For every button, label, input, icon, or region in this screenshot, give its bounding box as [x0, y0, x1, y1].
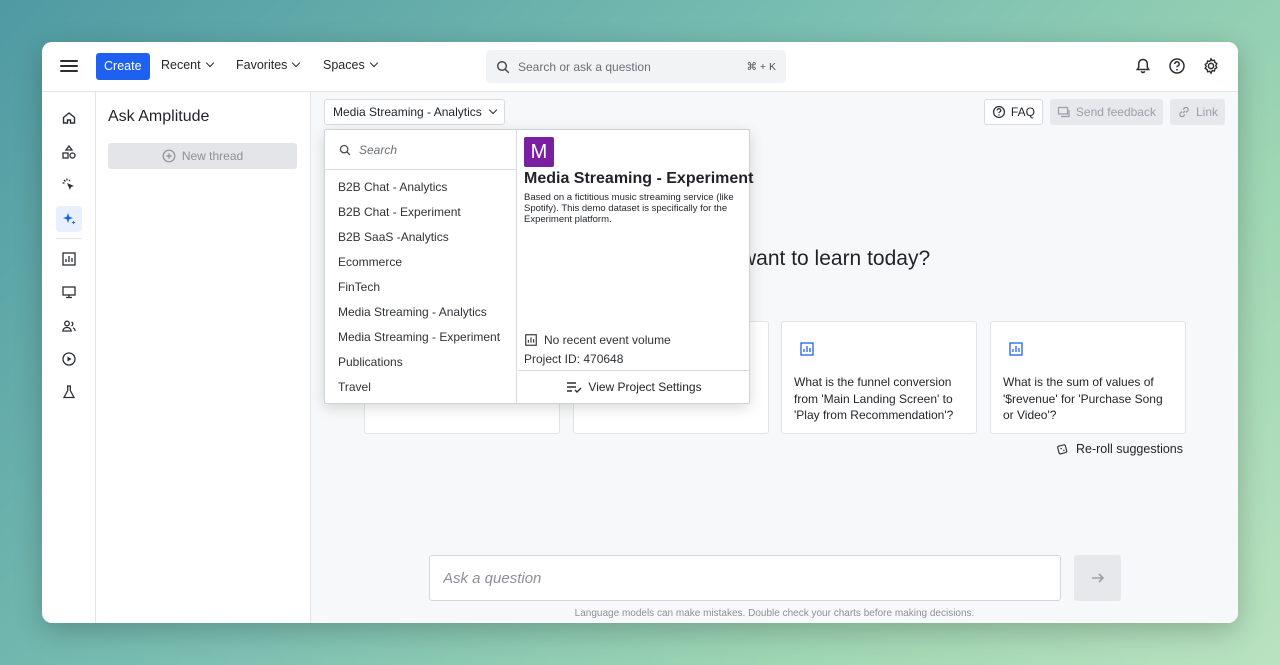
project-preview-description: Based on a fictitious music streaming se…	[524, 192, 734, 225]
top-icons	[1134, 57, 1220, 75]
recent-label: Recent	[161, 58, 201, 72]
spaces-label: Spaces	[323, 58, 365, 72]
project-item[interactable]: B2B Chat - Experiment	[325, 200, 516, 225]
rail-charts[interactable]	[56, 246, 82, 272]
search-icon	[496, 60, 510, 73]
rail-shapes[interactable]	[56, 139, 82, 165]
bell-icon[interactable]	[1134, 57, 1152, 75]
list-check-icon	[567, 382, 582, 393]
new-thread-button[interactable]: New thread	[108, 143, 297, 169]
help-icon[interactable]	[1168, 57, 1186, 75]
faq-button[interactable]: FAQ	[983, 99, 1043, 125]
link-label: Link	[1195, 105, 1218, 119]
suggestion-text: What is the funnel conversion from 'Main…	[794, 375, 954, 422]
top-actions: FAQ Send feedback Link	[983, 99, 1225, 125]
link-icon	[1179, 106, 1189, 118]
chart-icon	[800, 342, 814, 356]
view-project-settings-label: View Project Settings	[588, 380, 702, 394]
faq-label: FAQ	[1010, 105, 1035, 119]
spaces-menu[interactable]: Spaces	[323, 58, 378, 72]
project-item[interactable]: Media Streaming - Experiment	[325, 325, 516, 350]
rail-click[interactable]	[56, 172, 82, 198]
rail-home[interactable]	[56, 105, 82, 131]
plus-circle-icon	[162, 149, 176, 163]
rail-ask-ai[interactable]	[56, 206, 82, 232]
menu-icon[interactable]	[60, 57, 78, 75]
threads-panel: Ask Amplitude New thread	[96, 92, 311, 623]
project-selector[interactable]: Media Streaming - Analytics	[324, 99, 505, 125]
event-volume: No recent event volume	[524, 333, 671, 347]
flask-icon	[62, 385, 76, 399]
gear-icon[interactable]	[1202, 57, 1220, 75]
rail-dashboards[interactable]	[56, 279, 82, 305]
project-item[interactable]: Ecommerce	[325, 250, 516, 275]
project-item[interactable]: Publications	[325, 350, 516, 375]
link-button[interactable]: Link	[1169, 99, 1225, 125]
reroll-button[interactable]: Re-roll suggestions	[1056, 442, 1183, 456]
play-circle-icon	[62, 352, 76, 366]
rail-divider	[56, 238, 82, 239]
project-list: B2B Chat - Analytics B2B Chat - Experime…	[325, 170, 516, 400]
chevron-down-icon	[205, 58, 214, 68]
view-project-settings-button[interactable]: View Project Settings	[518, 370, 750, 403]
favorites-label: Favorites	[236, 58, 288, 72]
project-item[interactable]: Travel	[325, 375, 516, 400]
create-button[interactable]: Create	[96, 53, 150, 80]
project-item[interactable]: FinTech	[325, 275, 516, 300]
suggestion-card[interactable]: What is the sum of values of '$revenue' …	[990, 321, 1186, 434]
project-list-panel: B2B Chat - Analytics B2B Chat - Experime…	[325, 130, 517, 403]
shapes-icon	[62, 144, 76, 159]
send-feedback-button[interactable]: Send feedback	[1049, 99, 1163, 125]
favorites-menu[interactable]: Favorites	[236, 58, 301, 72]
disclaimer: Language models can make mistakes. Doubl…	[574, 608, 975, 619]
monitor-icon	[62, 286, 76, 299]
new-thread-label: New thread	[181, 149, 244, 163]
panel-title: Ask Amplitude	[108, 108, 210, 125]
hero-heading: want to learn today?	[741, 247, 931, 270]
project-avatar: M	[524, 137, 554, 167]
send-button[interactable]	[1074, 555, 1121, 601]
search-shortcut: ⌘ + K	[746, 60, 776, 73]
left-rail	[42, 92, 96, 623]
rail-session-replay[interactable]	[56, 346, 82, 372]
project-item[interactable]: B2B SaaS -Analytics	[325, 225, 516, 250]
project-id: Project ID: 470648	[524, 352, 624, 366]
chevron-down-icon	[369, 58, 378, 68]
chart-icon	[1009, 342, 1023, 356]
project-item[interactable]: Media Streaming - Analytics	[325, 300, 516, 325]
users-icon	[62, 320, 76, 332]
chart-icon	[62, 252, 76, 266]
chart-icon	[525, 334, 537, 346]
suggestion-card[interactable]: What is the funnel conversion from 'Main…	[781, 321, 977, 434]
help-icon	[992, 105, 1005, 119]
project-preview-title: Media Streaming - Experiment	[524, 170, 754, 187]
suggestion-text: What is the sum of values of '$revenue' …	[1003, 375, 1163, 422]
rail-experiment[interactable]	[56, 379, 82, 405]
click-icon	[62, 178, 74, 190]
project-selector-label: Media Streaming - Analytics	[333, 105, 482, 119]
home-icon	[62, 112, 76, 124]
sparkle-icon	[63, 213, 76, 225]
recent-menu[interactable]: Recent	[161, 58, 214, 72]
dice-icon	[1057, 443, 1068, 454]
event-volume-text: No recent event volume	[544, 333, 671, 347]
project-dropdown: B2B Chat - Analytics B2B Chat - Experime…	[324, 129, 754, 404]
reroll-label: Re-roll suggestions	[1076, 442, 1183, 456]
feedback-icon	[1057, 106, 1070, 118]
search-placeholder: Search or ask a question	[518, 59, 651, 74]
search-icon	[339, 144, 351, 155]
global-search-input[interactable]: Search or ask a question ⌘ + K	[486, 50, 786, 83]
dropdown-search-input[interactable]	[359, 142, 499, 157]
dropdown-search	[325, 130, 516, 170]
top-nav: Create Recent Favorites Spaces Search or…	[42, 42, 1238, 92]
chevron-down-icon	[488, 105, 497, 115]
chevron-down-icon	[292, 58, 301, 68]
project-preview: M Media Streaming - Experiment Based on …	[518, 130, 754, 403]
ask-question-input[interactable]	[429, 555, 1061, 601]
rail-cohorts[interactable]	[56, 313, 82, 339]
arrow-right-icon	[1091, 573, 1104, 583]
project-item[interactable]: B2B Chat - Analytics	[325, 175, 516, 200]
send-feedback-label: Send feedback	[1075, 105, 1156, 119]
